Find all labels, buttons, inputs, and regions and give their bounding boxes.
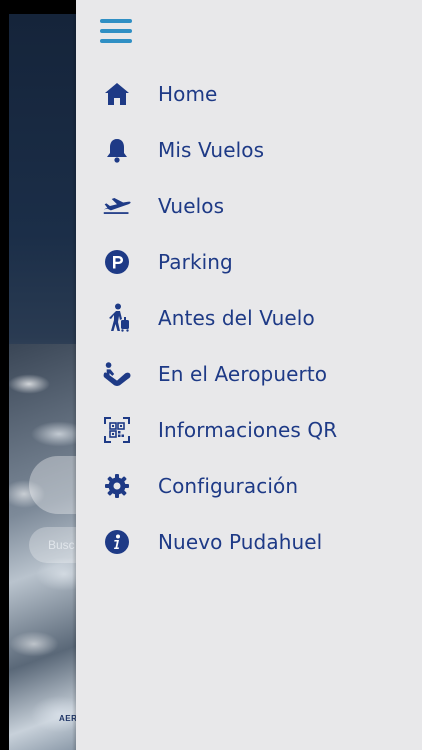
bell-icon xyxy=(102,135,132,165)
traveler-luggage-icon xyxy=(102,303,132,333)
menu-item-label: Vuelos xyxy=(158,194,225,218)
menu-item-label: Configuración xyxy=(158,474,299,498)
hamburger-icon[interactable] xyxy=(100,17,132,45)
menu-item-label: Home xyxy=(158,82,218,106)
drawer-menu: Home Mis Vuelos Vuelos Parking Antes del… xyxy=(76,66,422,570)
menu-item-informaciones-qr[interactable]: Informaciones QR xyxy=(76,402,422,458)
menu-item-mis-vuelos[interactable]: Mis Vuelos xyxy=(76,122,422,178)
info-icon xyxy=(102,527,132,557)
side-drawer: Home Mis Vuelos Vuelos Parking Antes del… xyxy=(76,0,422,750)
menu-item-configuracion[interactable]: Configuración xyxy=(76,458,422,514)
gear-icon xyxy=(102,471,132,501)
menu-item-nuevo-pudahuel[interactable]: Nuevo Pudahuel xyxy=(76,514,422,570)
escalator-icon xyxy=(102,359,132,389)
menu-item-label: Antes del Vuelo xyxy=(158,306,315,330)
menu-item-label: Informaciones QR xyxy=(158,418,338,442)
qr-scan-icon xyxy=(102,415,132,445)
menu-item-label: Nuevo Pudahuel xyxy=(158,530,323,554)
menu-item-vuelos[interactable]: Vuelos xyxy=(76,178,422,234)
menu-item-antes-del-vuelo[interactable]: Antes del Vuelo xyxy=(76,290,422,346)
home-icon xyxy=(102,79,132,109)
menu-item-home[interactable]: Home xyxy=(76,66,422,122)
menu-item-label: Parking xyxy=(158,250,233,274)
airplane-icon xyxy=(102,191,132,221)
menu-item-label: Mis Vuelos xyxy=(158,138,265,162)
parking-icon xyxy=(102,247,132,277)
menu-item-parking[interactable]: Parking xyxy=(76,234,422,290)
menu-item-label: En el Aeropuerto xyxy=(158,362,328,386)
menu-item-en-el-aeropuerto[interactable]: En el Aeropuerto xyxy=(76,346,422,402)
